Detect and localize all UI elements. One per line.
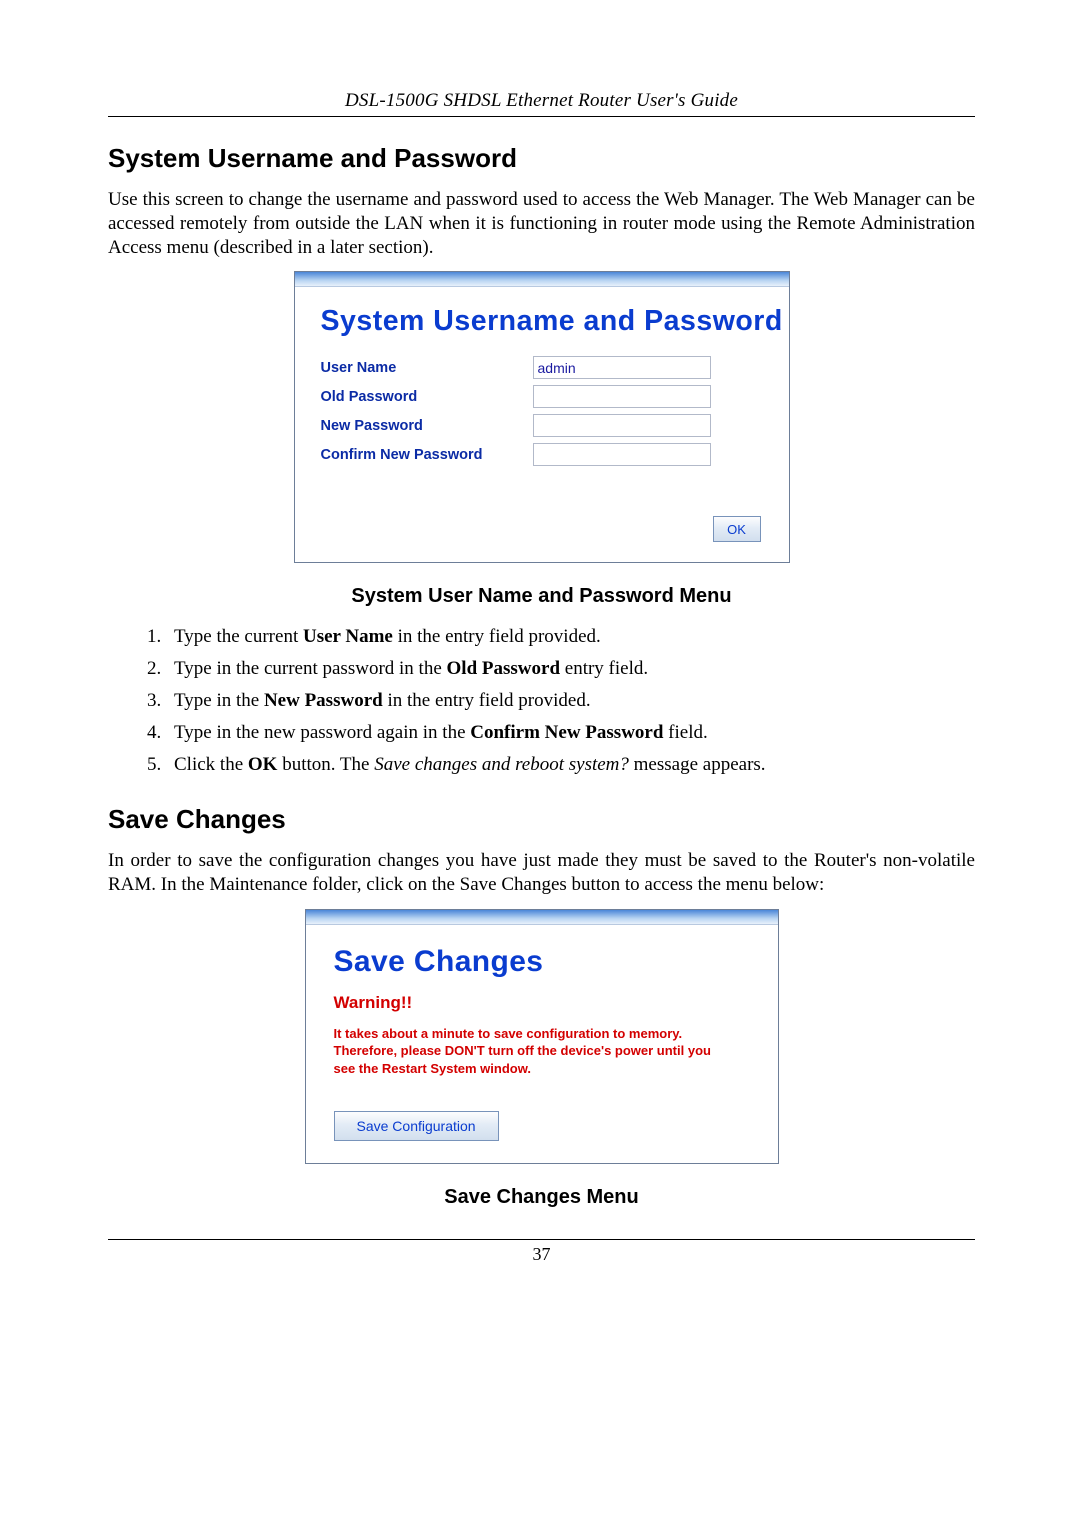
save-configuration-button[interactable]: Save Configuration — [334, 1111, 499, 1141]
username-password-panel: System Username and Password User Name O… — [294, 271, 790, 563]
header-rule — [108, 116, 975, 117]
steps-list: Type the current User Name in the entry … — [108, 626, 975, 776]
input-old-password[interactable] — [533, 385, 711, 408]
label-user-name: User Name — [321, 360, 533, 376]
caption-username-menu: System User Name and Password Menu — [108, 585, 975, 608]
label-new-password: New Password — [321, 418, 533, 434]
step-4: Type in the new password again in the Co… — [166, 722, 975, 744]
figure-username-panel: System Username and Password User Name O… — [108, 271, 975, 563]
label-old-password: Old Password — [321, 389, 533, 405]
step-1: Type the current User Name in the entry … — [166, 626, 975, 648]
doc-header-title: DSL-1500G SHDSL Ethernet Router User's G… — [108, 90, 975, 112]
intro-paragraph-2: In order to save the configuration chang… — [108, 849, 975, 897]
heading-save-changes: Save Changes — [108, 804, 975, 835]
label-confirm-password: Confirm New Password — [321, 447, 533, 463]
caption-save-changes: Save Changes Menu — [108, 1186, 975, 1209]
footer-rule — [108, 1239, 975, 1240]
page-number: 37 — [108, 1244, 975, 1265]
step-2: Type in the current password in the Old … — [166, 658, 975, 680]
warning-heading: Warning!! — [334, 993, 754, 1013]
ok-button[interactable]: OK — [713, 516, 761, 542]
panel-title: System Username and Password — [321, 305, 763, 338]
step-3: Type in the New Password in the entry fi… — [166, 690, 975, 712]
warning-body: It takes about a minute to save configur… — [334, 1025, 734, 1078]
intro-paragraph-1: Use this screen to change the username a… — [108, 188, 975, 259]
input-user-name[interactable] — [533, 356, 711, 379]
figure-save-changes: Save Changes Warning!! It takes about a … — [108, 909, 975, 1165]
heading-system-username: System Username and Password — [108, 143, 975, 174]
input-new-password[interactable] — [533, 414, 711, 437]
save-changes-panel: Save Changes Warning!! It takes about a … — [305, 909, 779, 1165]
panel2-header-gradient — [306, 910, 778, 925]
input-confirm-password[interactable] — [533, 443, 711, 466]
panel2-title: Save Changes — [334, 945, 754, 979]
panel-header-gradient — [295, 272, 789, 287]
step-5: Click the OK button. The Save changes an… — [166, 754, 975, 776]
